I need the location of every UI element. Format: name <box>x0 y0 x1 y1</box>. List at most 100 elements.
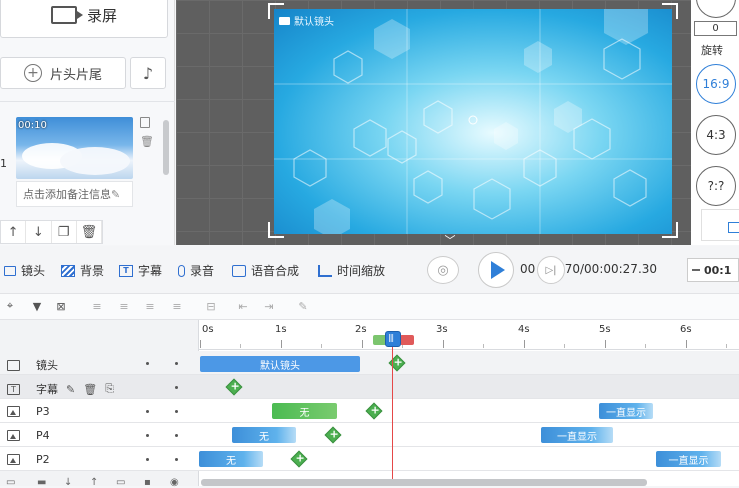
rotate-value-input[interactable]: 0 <box>694 21 737 36</box>
import-icon[interactable]: ⎘ <box>105 382 114 396</box>
enter-animation-clip[interactable]: 无 <box>232 427 296 443</box>
lens-clip[interactable]: 默认镜头 <box>200 356 360 372</box>
canvas-lens-label: 默认镜头 <box>279 13 334 28</box>
pencil-icon: ✎ <box>111 187 121 201</box>
ratio-4-3-button[interactable]: 4:3 <box>696 115 736 155</box>
trash-icon[interactable]: 🗑 <box>140 135 154 148</box>
move-right-icon[interactable]: ⇥ <box>262 299 276 313</box>
ruler-tick <box>524 340 525 348</box>
locate-icon[interactable]: ⌖ <box>3 299 17 313</box>
minus-icon[interactable] <box>692 269 700 271</box>
track-header-p4: P4 <box>7 429 50 442</box>
ruler-minor-tick <box>321 344 322 348</box>
screen-icon[interactable] <box>701 209 739 241</box>
delete-clip-icon[interactable]: 🗑 <box>77 221 102 243</box>
playhead-handle[interactable] <box>385 331 401 347</box>
head-tail-button[interactable]: + 片头片尾 <box>0 57 126 89</box>
background-tool[interactable]: 背景 <box>61 262 104 279</box>
edit-icon[interactable]: ✎ <box>296 299 310 313</box>
edit-toolbar <box>0 294 739 320</box>
lens-label: 镜头 <box>21 264 46 278</box>
split-icon[interactable]: ⊟ <box>204 299 218 313</box>
move-up-icon[interactable]: ↑ <box>1 221 27 243</box>
ruler-label: 1s <box>275 324 287 335</box>
enter-animation-clip[interactable]: 无 <box>199 451 263 467</box>
enter-animation-clip[interactable]: 无 <box>272 403 337 419</box>
head-tail-label: 片头片尾 <box>49 67 102 83</box>
preview-canvas[interactable] <box>274 9 672 234</box>
edit-icon[interactable]: ✎ <box>66 383 75 396</box>
folder-icon[interactable]: ▬ <box>37 477 46 488</box>
time-input[interactable]: 00:1 <box>687 258 739 282</box>
subtitle-icon: T <box>7 383 20 395</box>
chevron-down-icon[interactable]: ﹀ <box>438 232 462 247</box>
visibility-dot[interactable] <box>146 410 149 413</box>
visibility-dot[interactable] <box>146 362 149 365</box>
track-header-lens: 镜头 <box>7 357 58 373</box>
move-down-icon[interactable]: ↓ <box>64 477 72 488</box>
move-up-icon[interactable]: ↑ <box>90 477 98 488</box>
visibility-dot[interactable] <box>146 458 149 461</box>
ruler-label: 2s <box>355 324 367 335</box>
playhead-line <box>392 340 393 486</box>
track-name: P2 <box>36 453 50 466</box>
eye-icon[interactable] <box>175 458 178 461</box>
track-header-subtitle: T 字幕 ✎ 🗑 ⎘ <box>7 381 114 397</box>
ruler-label: 4s <box>518 324 530 335</box>
lock-dot[interactable] <box>175 434 178 437</box>
subtitle-icon: T <box>119 264 133 277</box>
ratio-custom-button[interactable]: ?:? <box>696 166 736 206</box>
snapshot-button[interactable]: ◎ <box>427 256 459 284</box>
play-button[interactable] <box>478 252 514 288</box>
align-left-icon[interactable]: ≡ <box>90 299 104 313</box>
timeline-scrollbar[interactable] <box>201 479 647 486</box>
subtitle-tool[interactable]: T 字幕 <box>119 262 162 279</box>
copy-clip-icon[interactable]: ❐ <box>52 221 77 243</box>
always-show-clip[interactable]: 一直显示 <box>541 427 613 443</box>
ratio-16-9-button[interactable]: 16:9 <box>696 64 736 104</box>
record-screen-button[interactable]: 录屏 <box>0 0 168 38</box>
trash-icon[interactable]: 🗑 <box>83 383 97 396</box>
move-left-icon[interactable]: ⇤ <box>236 299 250 313</box>
lock-dot[interactable] <box>175 410 178 413</box>
camera-icon <box>4 265 16 276</box>
copy-icon[interactable] <box>140 117 150 128</box>
ruler-minor-tick <box>645 344 646 348</box>
track-row-p4 <box>0 423 739 447</box>
out-marker[interactable] <box>400 335 414 345</box>
track-name: P4 <box>36 429 50 442</box>
time-zoom-label: 时间缩放 <box>337 264 386 278</box>
frame-corner <box>268 3 284 19</box>
clip-note-input[interactable]: 点击添加备注信息 ✎ <box>16 181 133 207</box>
lock-dot[interactable] <box>175 386 178 389</box>
lock-dot[interactable] <box>175 362 178 365</box>
record-audio-tool[interactable]: 录音 <box>178 262 214 279</box>
music-button[interactable]: ♪ <box>130 57 166 89</box>
always-show-clip[interactable]: 一直显示 <box>656 451 721 467</box>
image-icon <box>7 454 20 465</box>
scrollbar[interactable] <box>163 120 169 175</box>
next-frame-button[interactable]: ▷| <box>537 256 565 284</box>
lens-tool[interactable]: 镜头 <box>4 262 45 279</box>
align-right-icon[interactable]: ≡ <box>143 299 157 313</box>
track-row-p2 <box>0 447 739 471</box>
time-zoom-tool[interactable]: 时间缩放 <box>318 262 385 279</box>
distribute-icon[interactable]: ≡ <box>170 299 184 313</box>
eye-icon[interactable]: ◉ <box>170 477 179 488</box>
ruler-label: 0s <box>202 324 214 335</box>
tts-icon <box>232 264 246 277</box>
clip-note-text: 点击添加备注信息 <box>23 188 111 201</box>
hexagon-background <box>274 9 672 234</box>
clear-filter-icon[interactable]: ⊠ <box>54 299 68 313</box>
rotate-label: 旋转 <box>701 44 723 57</box>
visibility-dot[interactable] <box>146 434 149 437</box>
lock-icon[interactable]: ▪ <box>144 477 151 488</box>
always-show-clip[interactable]: 一直显示 <box>599 403 653 419</box>
trash-icon[interactable]: ▭ <box>116 477 125 488</box>
track-row-lens <box>0 351 739 375</box>
add-track-icon[interactable]: ▭ <box>6 477 15 488</box>
filter-icon[interactable]: ▼ <box>30 299 44 313</box>
tts-tool[interactable]: 语音合成 <box>232 262 299 279</box>
move-down-icon[interactable]: ↓ <box>26 221 52 243</box>
align-center-icon[interactable]: ≡ <box>117 299 131 313</box>
